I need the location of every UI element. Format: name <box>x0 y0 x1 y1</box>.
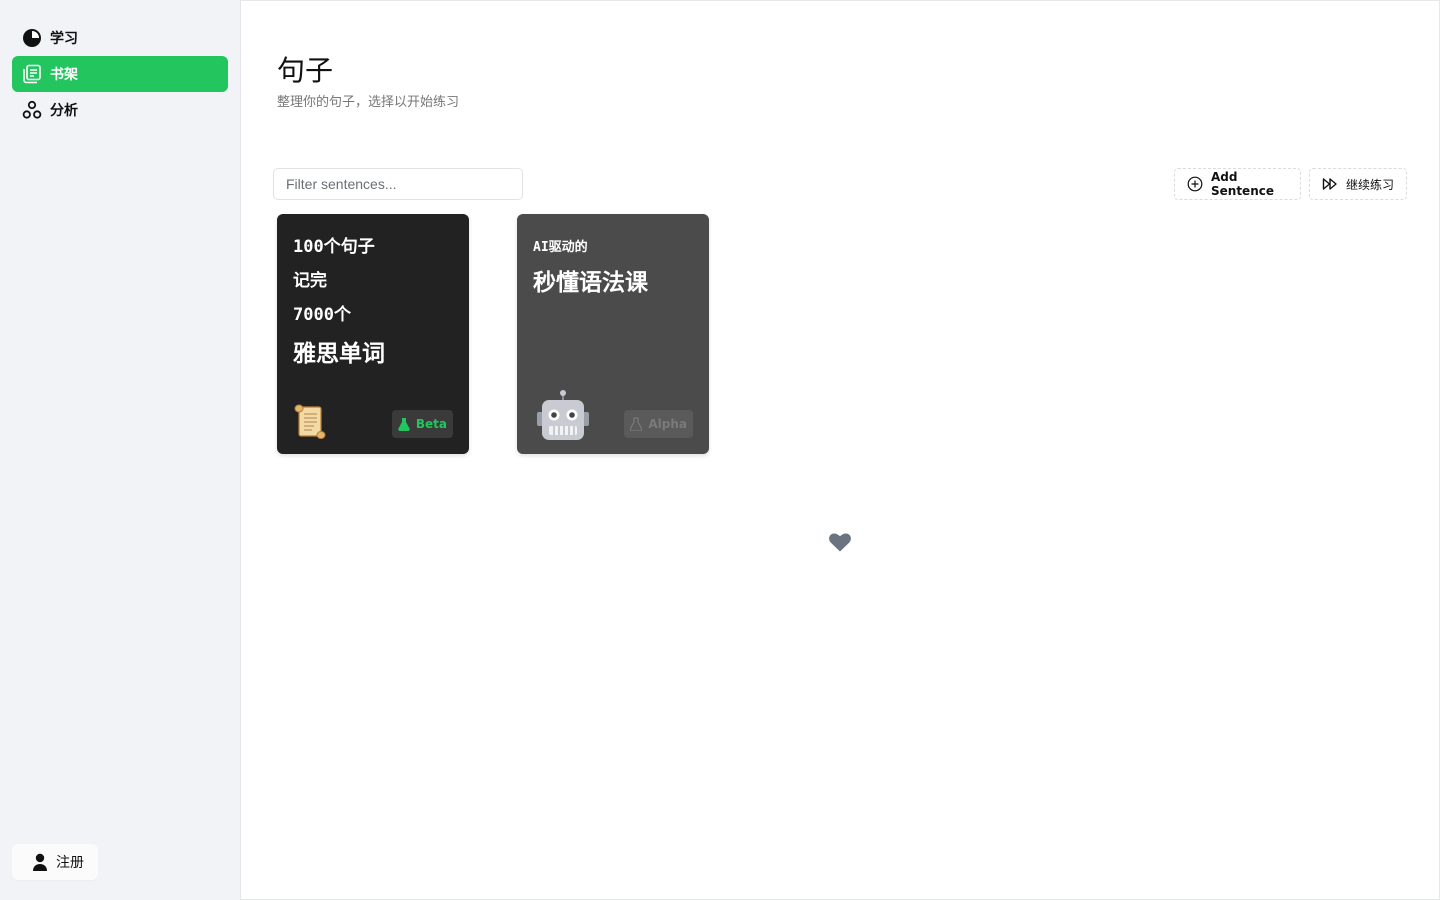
sidebar: 学习 书架 分析 注册 <box>0 0 241 900</box>
robot-icon <box>535 388 591 444</box>
badge-label: Alpha <box>648 417 687 431</box>
card-line: 100个句子 <box>293 237 375 257</box>
progress-circle-icon <box>22 28 42 48</box>
signup-label: 注册 <box>56 855 84 871</box>
filter-input[interactable] <box>273 168 523 200</box>
continue-practice-button[interactable]: 继续练习 <box>1309 168 1407 200</box>
page-subtitle: 整理你的句子，选择以开始练习 <box>277 95 460 110</box>
user-icon <box>32 853 48 871</box>
continue-practice-label: 继续练习 <box>1346 177 1395 192</box>
page-title: 句子 <box>277 54 334 87</box>
card-line: 7000个 <box>293 305 351 325</box>
sentence-card-ielts[interactable]: 100个句子 记完 7000个 雅思单词 Beta <box>277 214 469 454</box>
card-line: AI驱动的 <box>533 240 588 255</box>
sidebar-item-label: 书架 <box>50 67 78 83</box>
sidebar-item-bookshelf[interactable]: 书架 <box>12 56 228 92</box>
main-content: 句子 整理你的句子，选择以开始练习 Add Sentence 继续练习 100个… <box>241 0 1440 900</box>
scroll-icon <box>293 404 327 440</box>
card-headline: 秒懂语法课 <box>533 270 648 296</box>
flask-icon <box>398 417 410 431</box>
plus-circle-icon <box>1187 176 1203 192</box>
sentence-card-grammar[interactable]: AI驱动的 秒懂语法课 Alpha <box>517 214 709 454</box>
sidebar-item-study[interactable]: 学习 <box>12 20 228 56</box>
sidebar-item-label: 分析 <box>50 103 78 119</box>
fast-forward-icon <box>1322 176 1338 192</box>
sidebar-item-analysis[interactable]: 分析 <box>12 92 228 128</box>
analysis-icon <box>22 100 42 120</box>
signup-button[interactable]: 注册 <box>12 844 98 880</box>
badge-label: Beta <box>415 417 447 431</box>
card-line: 记完 <box>293 271 327 291</box>
status-badge: Alpha <box>624 410 693 438</box>
card-headline: 雅思单词 <box>293 341 385 367</box>
status-badge: Beta <box>391 410 453 438</box>
add-sentence-button[interactable]: Add Sentence <box>1174 168 1301 200</box>
sidebar-nav: 学习 书架 分析 <box>12 20 228 128</box>
add-sentence-label: Add Sentence <box>1211 170 1274 198</box>
flask-icon <box>630 417 643 431</box>
heart-icon <box>828 530 852 554</box>
bookshelf-icon <box>22 64 42 84</box>
sidebar-item-label: 学习 <box>50 31 78 47</box>
